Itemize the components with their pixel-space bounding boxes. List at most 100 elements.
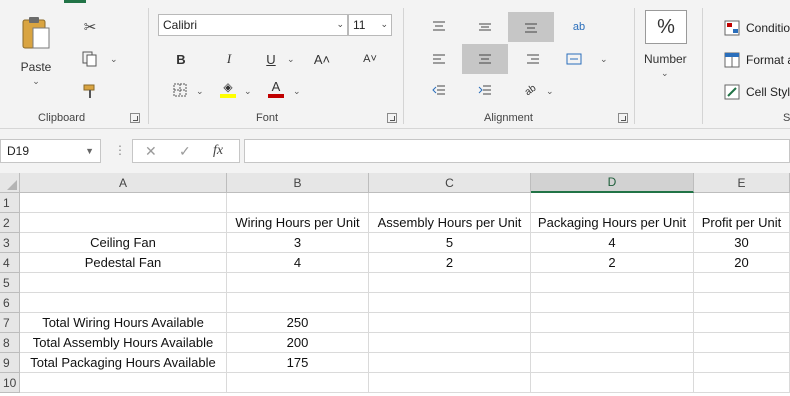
borders-dropdown-icon[interactable]: ⌄ bbox=[196, 86, 204, 97]
increase-indent-button[interactable] bbox=[472, 78, 498, 102]
column-header-d[interactable]: D bbox=[531, 173, 694, 193]
cell-b8[interactable]: 200 bbox=[227, 333, 369, 353]
cell-b1[interactable] bbox=[227, 193, 369, 213]
cell-d7[interactable] bbox=[531, 313, 694, 333]
cell-d10[interactable] bbox=[531, 373, 694, 393]
italic-button[interactable]: I bbox=[218, 48, 240, 70]
underline-dropdown-icon[interactable]: ⌄ bbox=[287, 54, 295, 65]
cell-e3[interactable]: 30 bbox=[694, 233, 790, 253]
conditional-formatting-button[interactable]: Conditio bbox=[724, 18, 790, 38]
column-header-a[interactable]: A bbox=[20, 173, 227, 193]
row-header-2[interactable]: 2 bbox=[0, 213, 20, 233]
format-painter-button[interactable] bbox=[79, 80, 101, 102]
number-format-button[interactable]: % bbox=[645, 10, 687, 44]
cell-a7[interactable]: Total Wiring Hours Available bbox=[20, 313, 227, 333]
row-header-1[interactable]: 1 bbox=[0, 193, 20, 213]
cell-e7[interactable] bbox=[694, 313, 790, 333]
row-header-7[interactable]: 7 bbox=[0, 313, 20, 333]
cell-b5[interactable] bbox=[227, 273, 369, 293]
cell-c6[interactable] bbox=[369, 293, 531, 313]
cell-styles-button[interactable]: Cell Style bbox=[724, 82, 790, 102]
cell-a3[interactable]: Ceiling Fan bbox=[20, 233, 227, 253]
fill-color-button[interactable]: ◈ bbox=[218, 78, 238, 100]
cell-c5[interactable] bbox=[369, 273, 531, 293]
cell-c8[interactable] bbox=[369, 333, 531, 353]
cell-a9[interactable]: Total Packaging Hours Available bbox=[20, 353, 227, 373]
cell-a10[interactable] bbox=[20, 373, 227, 393]
cell-a4[interactable]: Pedestal Fan bbox=[20, 253, 227, 273]
cell-d8[interactable] bbox=[531, 333, 694, 353]
select-all-button[interactable] bbox=[0, 173, 20, 193]
cell-c9[interactable] bbox=[369, 353, 531, 373]
cell-b2[interactable]: Wiring Hours per Unit bbox=[227, 213, 369, 233]
increase-font-size-button[interactable]: A˄ bbox=[310, 48, 334, 70]
cell-d5[interactable] bbox=[531, 273, 694, 293]
orientation-button[interactable]: ab bbox=[518, 78, 544, 102]
number-dropdown-icon[interactable]: ⌄ bbox=[661, 68, 669, 79]
clipboard-launcher-icon[interactable] bbox=[130, 113, 140, 123]
cell-a1[interactable] bbox=[20, 193, 227, 213]
cell-c2[interactable]: Assembly Hours per Unit bbox=[369, 213, 531, 233]
cell-e9[interactable] bbox=[694, 353, 790, 373]
align-right-button[interactable] bbox=[520, 46, 546, 72]
bottom-align-button[interactable] bbox=[508, 12, 554, 42]
insert-function-icon[interactable]: fx bbox=[213, 143, 223, 159]
cell-d1[interactable] bbox=[531, 193, 694, 213]
cell-b3[interactable]: 3 bbox=[227, 233, 369, 253]
cell-c4[interactable]: 2 bbox=[369, 253, 531, 273]
enter-icon[interactable]: ✓ bbox=[179, 143, 191, 160]
cell-d4[interactable]: 2 bbox=[531, 253, 694, 273]
top-align-button[interactable] bbox=[426, 14, 452, 40]
name-box[interactable]: D19 ▼ bbox=[0, 139, 101, 163]
paste-button[interactable]: Paste ⌄ bbox=[10, 14, 62, 94]
orientation-dropdown-icon[interactable]: ⌄ bbox=[546, 86, 554, 97]
cell-b9[interactable]: 175 bbox=[227, 353, 369, 373]
cell-c7[interactable] bbox=[369, 313, 531, 333]
cell-d6[interactable] bbox=[531, 293, 694, 313]
underline-button[interactable]: U bbox=[260, 48, 282, 70]
row-header-4[interactable]: 4 bbox=[0, 253, 20, 273]
align-left-button[interactable] bbox=[426, 46, 452, 72]
font-size-combo[interactable]: 11 ⌄ bbox=[348, 14, 392, 36]
cell-d2[interactable]: Packaging Hours per Unit bbox=[531, 213, 694, 233]
merge-center-button[interactable] bbox=[562, 46, 586, 72]
cut-button[interactable]: ✂ bbox=[79, 16, 101, 38]
cell-e5[interactable] bbox=[694, 273, 790, 293]
formula-input[interactable] bbox=[244, 139, 790, 163]
cell-a5[interactable] bbox=[20, 273, 227, 293]
font-launcher-icon[interactable] bbox=[387, 113, 397, 123]
decrease-font-size-button[interactable]: A˅ bbox=[358, 48, 382, 70]
row-header-6[interactable]: 6 bbox=[0, 293, 20, 313]
alignment-launcher-icon[interactable] bbox=[618, 113, 628, 123]
row-header-3[interactable]: 3 bbox=[0, 233, 20, 253]
font-color-dropdown-icon[interactable]: ⌄ bbox=[293, 86, 301, 97]
cell-d9[interactable] bbox=[531, 353, 694, 373]
column-header-b[interactable]: B bbox=[227, 173, 369, 193]
borders-button[interactable] bbox=[170, 80, 190, 100]
cell-b6[interactable] bbox=[227, 293, 369, 313]
cell-c1[interactable] bbox=[369, 193, 531, 213]
copy-dropdown-icon[interactable]: ⌄ bbox=[110, 54, 118, 65]
more-options-icon[interactable]: ⋮ bbox=[114, 143, 126, 157]
cell-c3[interactable]: 5 bbox=[369, 233, 531, 253]
merge-dropdown-icon[interactable]: ⌄ bbox=[600, 54, 608, 65]
font-name-combo[interactable]: Calibri ⌄ bbox=[158, 14, 348, 36]
align-center-button[interactable] bbox=[462, 44, 508, 74]
cell-b10[interactable] bbox=[227, 373, 369, 393]
cell-a8[interactable]: Total Assembly Hours Available bbox=[20, 333, 227, 353]
cell-a6[interactable] bbox=[20, 293, 227, 313]
cell-b4[interactable]: 4 bbox=[227, 253, 369, 273]
copy-button[interactable] bbox=[79, 48, 101, 70]
fill-color-dropdown-icon[interactable]: ⌄ bbox=[244, 86, 252, 97]
cell-c10[interactable] bbox=[369, 373, 531, 393]
cancel-icon[interactable]: ✕ bbox=[145, 143, 157, 160]
cell-e1[interactable] bbox=[694, 193, 790, 213]
column-header-c[interactable]: C bbox=[369, 173, 531, 193]
row-header-10[interactable]: 10 bbox=[0, 373, 20, 393]
font-color-button[interactable]: A bbox=[266, 78, 286, 100]
cell-e2[interactable]: Profit per Unit bbox=[694, 213, 790, 233]
cell-a2[interactable] bbox=[20, 213, 227, 233]
row-header-8[interactable]: 8 bbox=[0, 333, 20, 353]
cell-e8[interactable] bbox=[694, 333, 790, 353]
middle-align-button[interactable] bbox=[472, 14, 498, 40]
